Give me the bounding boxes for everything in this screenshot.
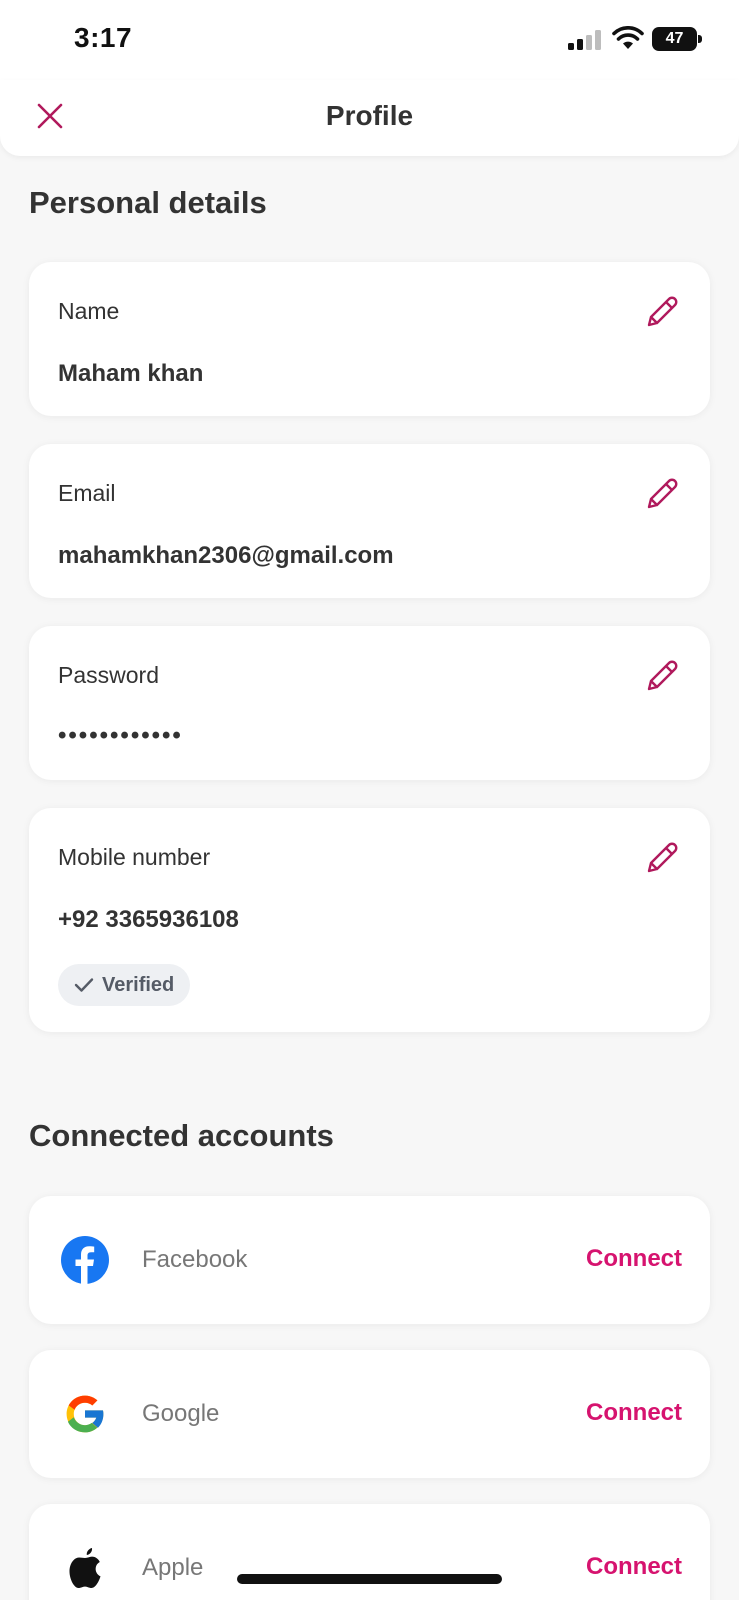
google-account-name: Google [142, 1400, 220, 1427]
page-title: Profile [325, 100, 414, 131]
edit-mobile-button[interactable] [642, 838, 682, 878]
email-value: mahamkhan2306@gmail.com [58, 542, 394, 569]
apple-account-card: Apple Connect [29, 1504, 710, 1600]
mobile-label: Mobile number [58, 844, 211, 870]
app-header: Profile [0, 80, 739, 156]
facebook-account-card: Facebook Connect [29, 1196, 710, 1324]
edit-email-button[interactable] [642, 474, 682, 514]
name-value: Maham khan [58, 360, 204, 387]
email-label: Email [58, 480, 116, 506]
battery-icon: 47 [652, 27, 702, 51]
pencil-icon [647, 478, 678, 509]
apple-connect-button[interactable]: Connect [586, 1553, 682, 1581]
mobile-card: Mobile number +92 3365936108 Verified [29, 808, 710, 1032]
pencil-icon [647, 842, 678, 873]
password-card: Password •••••••••••• [29, 626, 710, 780]
wifi-icon [612, 26, 644, 49]
verified-label: Verified [102, 973, 175, 996]
password-value: •••••••••••• [58, 722, 183, 749]
name-label: Name [58, 298, 120, 324]
verified-badge: Verified [58, 964, 191, 1006]
edit-name-button[interactable] [642, 292, 682, 332]
battery-level: 47 [665, 30, 684, 47]
name-card: Name Maham khan [29, 262, 710, 416]
pencil-icon [647, 296, 678, 327]
profile-screen: 3:17 47 Profile Personal details Name Ma… [0, 0, 739, 1600]
facebook-connect-button[interactable]: Connect [586, 1245, 682, 1273]
password-label: Password [58, 662, 159, 688]
pencil-icon [647, 660, 678, 691]
status-time: 3:17 [74, 22, 133, 53]
apple-account-name: Apple [142, 1554, 204, 1581]
google-icon [61, 1390, 109, 1438]
google-connect-button[interactable]: Connect [586, 1399, 682, 1427]
mobile-value: +92 3365936108 [58, 906, 239, 933]
personal-details-heading: Personal details [29, 185, 267, 220]
connected-accounts-heading: Connected accounts [29, 1118, 334, 1153]
edit-password-button[interactable] [642, 656, 682, 696]
facebook-account-name: Facebook [142, 1246, 248, 1273]
cellular-signal-icon [568, 30, 601, 50]
checkmark-icon [74, 978, 94, 992]
email-card: Email mahamkhan2306@gmail.com [29, 444, 710, 598]
apple-icon [61, 1544, 109, 1592]
status-bar: 3:17 47 [0, 0, 739, 80]
home-indicator [237, 1574, 502, 1584]
facebook-icon [61, 1236, 109, 1284]
google-account-card: Google Connect [29, 1350, 710, 1478]
